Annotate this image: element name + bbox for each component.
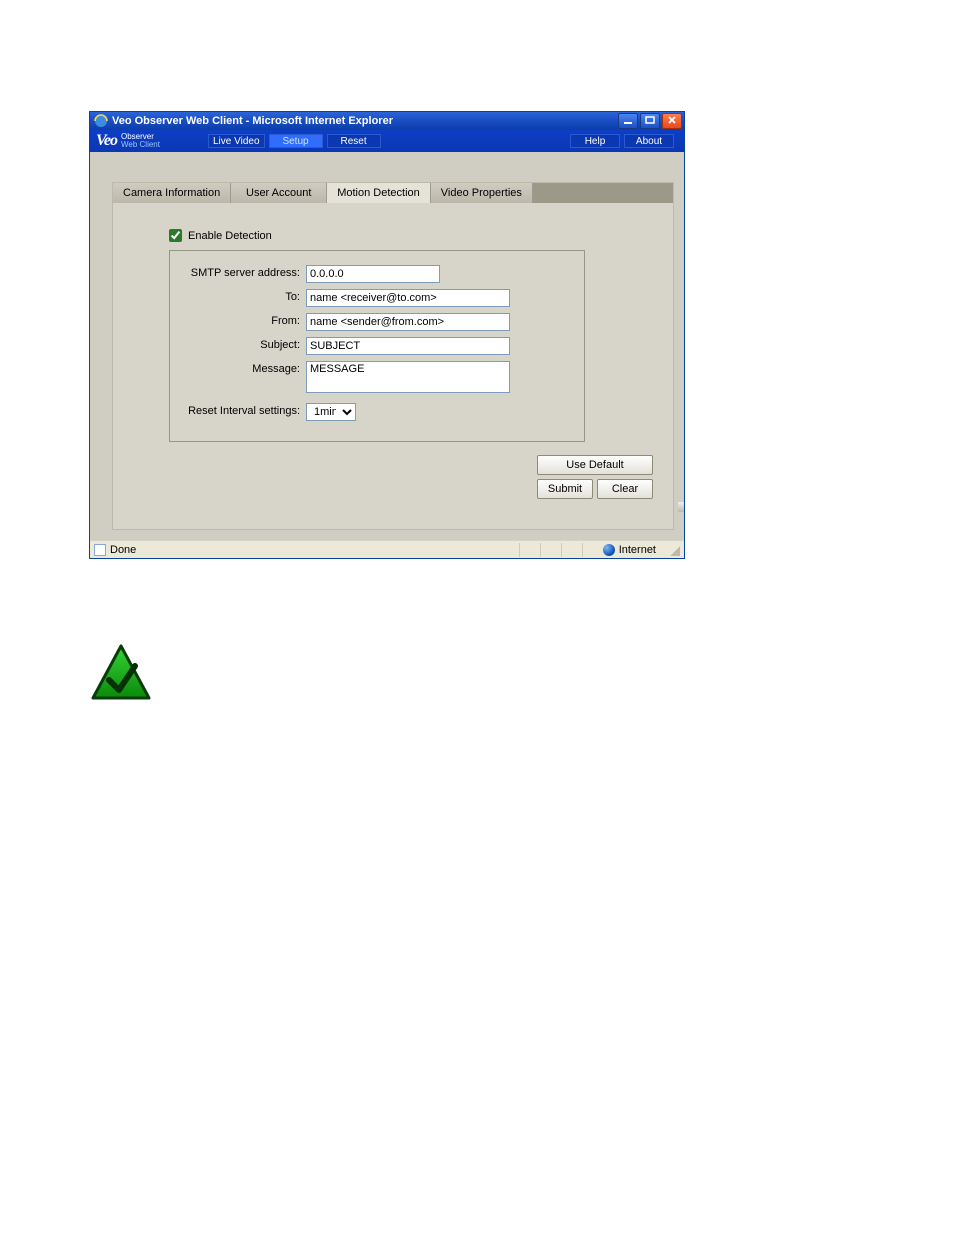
window-maximize-button[interactable] (640, 113, 660, 129)
window-close-button[interactable] (662, 113, 682, 129)
enable-detection-row[interactable]: Enable Detection (169, 229, 657, 242)
page-header: Veo Observer Web Client Live Video Setup… (90, 130, 684, 152)
close-icon (667, 116, 677, 126)
nav-live-video[interactable]: Live Video (208, 134, 265, 148)
titlebar: Veo Observer Web Client - Microsoft Inte… (90, 112, 684, 130)
window-title: Veo Observer Web Client - Microsoft Inte… (112, 115, 393, 127)
smtp-input[interactable] (306, 265, 440, 283)
use-default-button[interactable]: Use Default (537, 455, 653, 475)
to-input[interactable] (306, 289, 510, 307)
ie-window: Veo Observer Web Client - Microsoft Inte… (89, 111, 685, 559)
scroll-grip-icon (678, 502, 684, 512)
enable-detection-checkbox[interactable] (169, 229, 182, 242)
logo-brand: Veo (96, 132, 117, 150)
nav-about[interactable]: About (624, 134, 674, 148)
status-cell (561, 543, 578, 557)
enable-detection-label: Enable Detection (188, 230, 272, 242)
from-label: From: (180, 313, 306, 327)
resize-grip-icon (668, 544, 680, 556)
email-settings-group: SMTP server address: To: From: S (169, 250, 585, 442)
page-icon (94, 544, 106, 556)
tab-strip: Camera Information User Account Motion D… (113, 183, 673, 203)
client-area: Camera Information User Account Motion D… (90, 152, 684, 540)
logo-line2: Web Client (121, 141, 160, 149)
logo: Veo Observer Web Client (96, 132, 196, 150)
tab-motion-detection[interactable]: Motion Detection (327, 183, 431, 203)
message-textarea[interactable] (306, 361, 510, 393)
tip-check-icon (89, 642, 153, 704)
reset-interval-select[interactable]: 1min (306, 403, 356, 421)
zone-text: Internet (619, 544, 656, 556)
ie-logo-icon (94, 114, 108, 128)
tab-user-account[interactable]: User Account (231, 183, 327, 203)
settings-panel: Camera Information User Account Motion D… (112, 182, 674, 530)
status-cell (519, 543, 536, 557)
smtp-label: SMTP server address: (180, 265, 306, 279)
tab-camera-information[interactable]: Camera Information (113, 183, 231, 203)
status-cell (582, 543, 599, 557)
subject-input[interactable] (306, 337, 510, 355)
tab-strip-filler (533, 183, 673, 203)
page-root: Veo Observer Web Client - Microsoft Inte… (0, 0, 954, 1235)
to-label: To: (180, 289, 306, 303)
maximize-icon (645, 116, 655, 126)
submit-button[interactable]: Submit (537, 479, 593, 499)
subject-label: Subject: (180, 337, 306, 351)
tab-video-properties[interactable]: Video Properties (431, 183, 533, 203)
from-input[interactable] (306, 313, 510, 331)
motion-detection-form: Enable Detection SMTP server address: To… (113, 203, 673, 452)
window-minimize-button[interactable] (618, 113, 638, 129)
status-cell (540, 543, 557, 557)
nav-help[interactable]: Help (570, 134, 620, 148)
minimize-icon (623, 116, 633, 126)
nav-reset[interactable]: Reset (327, 134, 381, 148)
status-bar: Done Internet (90, 540, 684, 558)
internet-zone-icon (603, 544, 615, 556)
clear-button[interactable]: Clear (597, 479, 653, 499)
nav-setup[interactable]: Setup (269, 134, 323, 148)
message-label: Message: (180, 361, 306, 375)
status-text: Done (110, 544, 136, 556)
reset-interval-label: Reset Interval settings: (180, 403, 306, 417)
form-buttons: Use Default Submit Clear (537, 455, 653, 499)
